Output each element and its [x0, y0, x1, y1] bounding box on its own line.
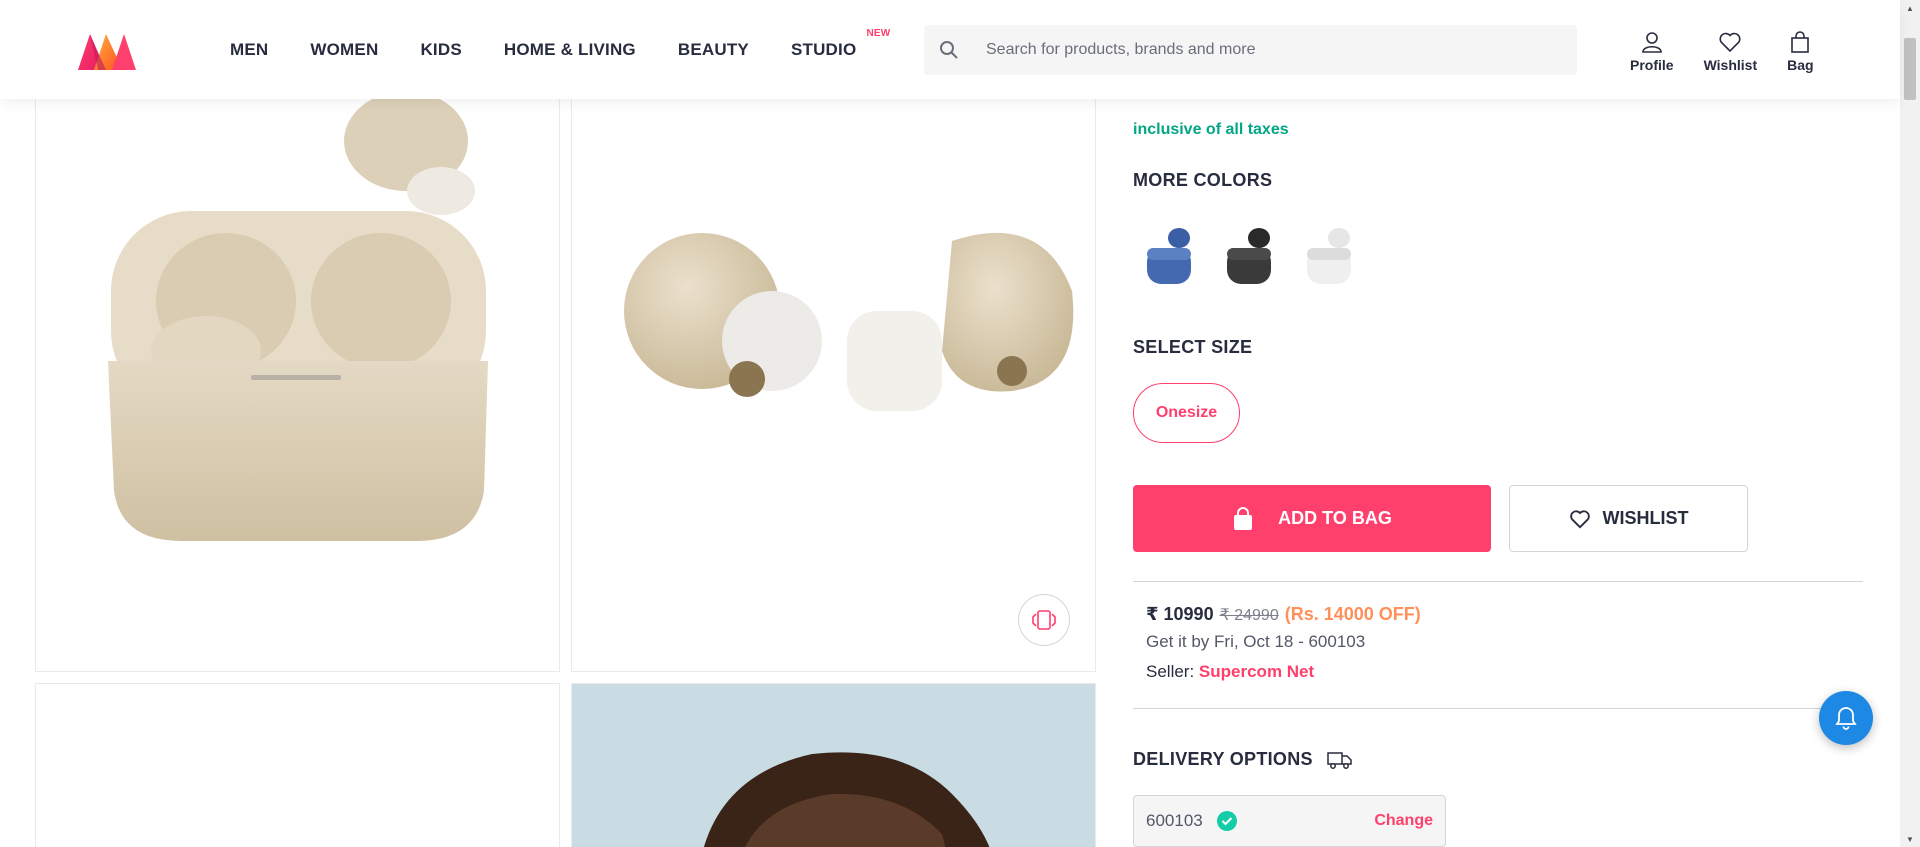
- nav-home-living[interactable]: HOME & LIVING: [504, 40, 636, 60]
- nav-kids[interactable]: KIDS: [420, 40, 461, 60]
- search-icon[interactable]: [924, 25, 974, 75]
- page-scrollbar[interactable]: ▲ ▼: [1900, 0, 1920, 847]
- profile-label: Profile: [1630, 57, 1674, 73]
- delivery-options-label: DELIVERY OPTIONS: [1133, 749, 1313, 769]
- divider: [1133, 708, 1863, 709]
- profile-button[interactable]: Profile: [1630, 30, 1674, 73]
- bag-label: Bag: [1787, 57, 1814, 73]
- nav-studio-label: STUDIO: [790, 39, 857, 59]
- new-badge: NEW: [866, 27, 891, 39]
- wishlist-nav-label: Wishlist: [1703, 57, 1758, 73]
- bell-icon: [1835, 707, 1857, 730]
- check-circle-icon: [1216, 811, 1237, 831]
- color-swatches: [1139, 222, 1379, 292]
- wishlist-button-label: WISHLIST: [1602, 508, 1689, 528]
- mrp-price: ₹ 24990: [1219, 607, 1279, 624]
- truck-icon: [1327, 751, 1352, 769]
- more-colors-title: MORE COLORS: [1133, 170, 1273, 190]
- product-image-case[interactable]: [35, 60, 560, 672]
- myntra-logo[interactable]: [76, 30, 138, 72]
- color-swatch-white[interactable]: [1299, 222, 1359, 292]
- product-image-earbuds[interactable]: [571, 60, 1096, 672]
- scroll-thumb[interactable]: [1904, 38, 1916, 100]
- wishlist-button[interactable]: WISHLIST: [1509, 485, 1748, 552]
- pincode-value: 600103: [1146, 811, 1203, 830]
- nav-men[interactable]: MEN: [230, 40, 268, 60]
- seller-info: Seller: Supercom Net: [1146, 662, 1314, 682]
- scroll-down-arrow[interactable]: ▼: [1900, 831, 1920, 847]
- bag-icon: [1791, 31, 1810, 53]
- color-swatch-blue[interactable]: [1139, 222, 1199, 292]
- bag-icon: [1234, 506, 1253, 530]
- select-size-title: SELECT SIZE: [1133, 337, 1253, 357]
- price-row: ₹ 10990 ₹ 24990 (Rs. 14000 OFF): [1146, 604, 1421, 625]
- search-bar[interactable]: [924, 25, 1577, 75]
- search-input[interactable]: [986, 41, 1546, 59]
- divider: [1133, 581, 1863, 582]
- pincode-field[interactable]: 600103 Change: [1133, 795, 1446, 847]
- taxes-note: inclusive of all taxes: [1133, 121, 1289, 138]
- delivery-options-title: DELIVERY OPTIONS: [1133, 749, 1353, 770]
- seller-label: Seller:: [1146, 662, 1195, 681]
- profile-icon: [1641, 32, 1662, 53]
- wishlist-nav-button[interactable]: Wishlist: [1703, 30, 1758, 73]
- color-swatch-black[interactable]: [1219, 222, 1279, 292]
- nav-beauty[interactable]: BEAUTY: [678, 40, 749, 60]
- site-header: MEN WOMEN KIDS HOME & LIVING BEAUTY STUD…: [0, 0, 1900, 99]
- rotate-icon: [1032, 610, 1056, 630]
- notification-bell-button[interactable]: [1819, 691, 1873, 745]
- nav-women[interactable]: WOMEN: [310, 40, 378, 60]
- nav-studio[interactable]: STUDIO NEW: [790, 28, 890, 60]
- rotate-view-button[interactable]: [1018, 594, 1070, 646]
- product-image-3[interactable]: [35, 683, 560, 847]
- add-to-bag-label: ADD TO BAG: [1278, 508, 1392, 528]
- bag-button[interactable]: Bag: [1787, 30, 1814, 73]
- seller-name-link[interactable]: Supercom Net: [1199, 662, 1314, 681]
- header-actions: Profile Wishlist Bag: [1630, 30, 1844, 73]
- delivery-date: Get it by Fri, Oct 18 - 600103: [1146, 632, 1366, 651]
- discount-text: (Rs. 14000 OFF): [1284, 604, 1421, 624]
- change-pincode-button[interactable]: Change: [1374, 812, 1433, 830]
- heart-icon: [1719, 32, 1741, 53]
- selling-price: ₹ 10990: [1146, 604, 1214, 624]
- scroll-up-arrow[interactable]: ▲: [1900, 0, 1920, 16]
- size-onesize-button[interactable]: Onesize: [1133, 383, 1240, 443]
- add-to-bag-button[interactable]: ADD TO BAG: [1133, 485, 1491, 552]
- heart-icon: [1569, 509, 1590, 528]
- product-image-lifestyle[interactable]: [571, 683, 1096, 847]
- main-nav: MEN WOMEN KIDS HOME & LIVING BEAUTY STUD…: [230, 0, 898, 99]
